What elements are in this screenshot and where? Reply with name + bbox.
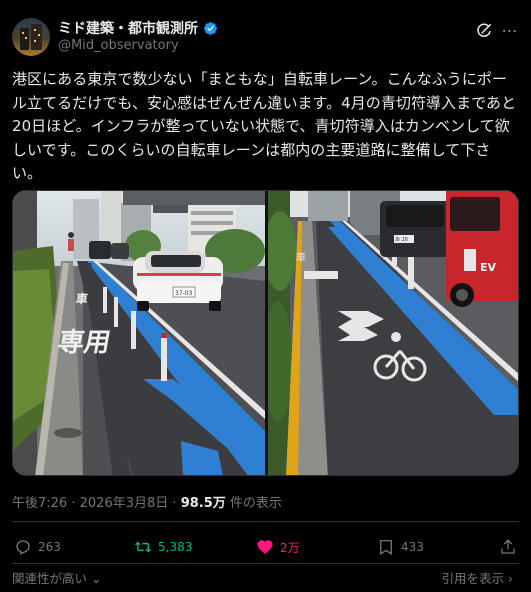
share-icon (501, 539, 515, 554)
divider-top (12, 521, 519, 522)
verified-badge-icon (204, 21, 217, 35)
heart-icon (257, 540, 273, 554)
views-label: 件の表示 (229, 496, 282, 511)
license-plate-right: あ 26 (395, 237, 408, 243)
post-meta: 午後7:26 · 2026年3月8日 · 98.5万 件の表示 (12, 492, 282, 511)
photo-right-bike-lane[interactable]: 車 あ 26 EV (268, 191, 518, 475)
avatar[interactable] (12, 18, 50, 56)
svg-text:車: 車 (75, 291, 89, 306)
lane-text-left: 専用 (56, 328, 113, 358)
photo-left-bike-lane[interactable]: 車 専用 37-03 (13, 191, 265, 475)
bookmark-icon (380, 539, 392, 555)
meta-separator-2: · (172, 496, 177, 511)
views-count: 98.5万 (180, 496, 226, 511)
post-text: 港区にある東京で数少ない「まともな」自転車レーン。こんなふうにポール立てるだけで… (12, 70, 517, 182)
media-grid: 車 専用 37-03 車 あ 26 EV (12, 190, 519, 476)
sort-replies-button[interactable]: 関連性が高い ⌄ (12, 568, 101, 587)
license-plate-left: 37-03 (175, 290, 193, 297)
reply-count: 263 (38, 540, 61, 554)
quotes-label: 引用を表示 (441, 571, 505, 586)
retweet-count: 5,383 (158, 540, 193, 554)
retweet-icon (134, 541, 152, 553)
reply-button[interactable]: 263 (14, 535, 61, 559)
chevron-down-icon: ⌄ (87, 571, 102, 586)
post-header: ミド建築・都市観測所 @Mid_observatory ⋯ (12, 14, 519, 58)
more-options-icon[interactable]: ⋯ (501, 22, 519, 40)
post-time[interactable]: 午後7:26 (12, 496, 67, 511)
action-bar: 263 5,383 2万 433 (12, 535, 519, 559)
share-button[interactable] (499, 535, 517, 559)
sort-label: 関連性が高い (12, 571, 88, 586)
chevron-right-icon: › (504, 571, 513, 586)
view-quotes-link[interactable]: 引用を表示 › (442, 568, 514, 587)
divider-bottom (12, 563, 519, 564)
retweet-button[interactable]: 5,383 (134, 535, 192, 559)
post-date[interactable]: 2026年3月8日 (80, 496, 169, 511)
ev-label: EV (480, 261, 497, 274)
display-name[interactable]: ミド建築・都市観測所 (58, 18, 198, 38)
svg-text:車: 車 (296, 251, 306, 264)
grok-icon[interactable] (475, 22, 493, 40)
like-button[interactable]: 2万 (256, 535, 300, 559)
meta-separator: · (71, 496, 76, 511)
user-handle[interactable]: @Mid_observatory (58, 38, 179, 53)
like-count: 2万 (280, 540, 300, 555)
bookmark-count: 433 (401, 540, 424, 554)
reply-icon (16, 540, 30, 555)
bookmark-button[interactable]: 433 (377, 535, 424, 559)
